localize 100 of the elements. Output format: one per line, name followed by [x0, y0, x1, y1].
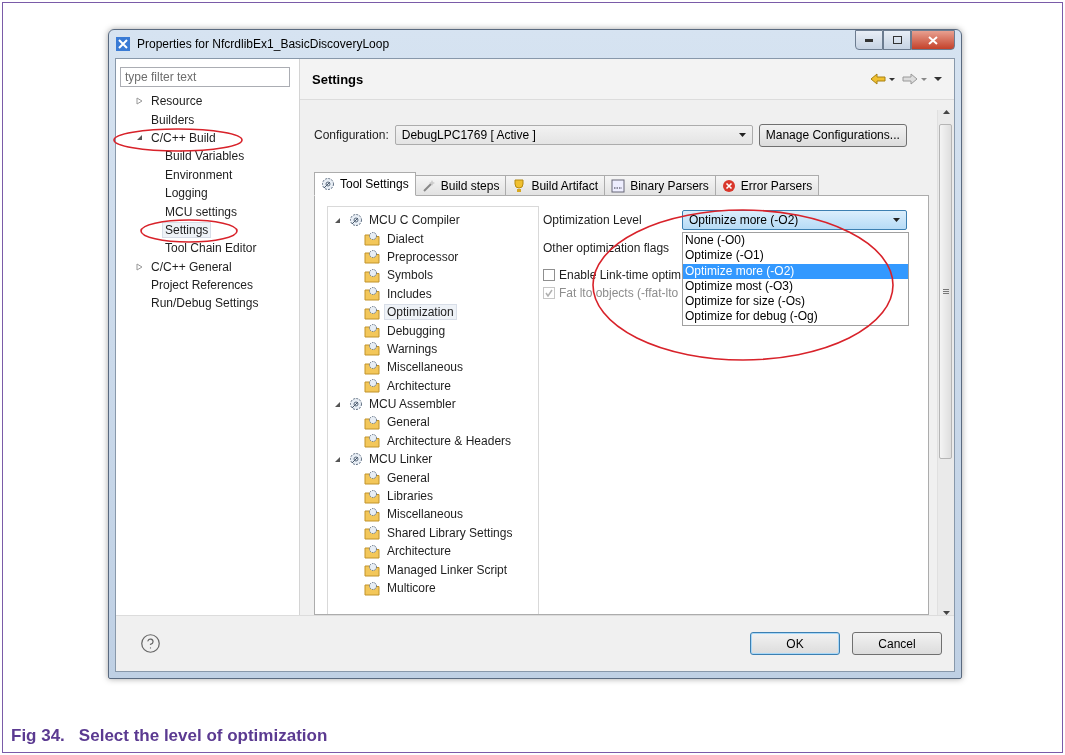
trophy-icon: [512, 178, 527, 193]
folder-gear-icon: [364, 543, 381, 559]
expanded-triangle-icon[interactable]: [333, 400, 341, 408]
filter-field[interactable]: type filter text: [120, 67, 290, 87]
folder-gear-icon: [364, 415, 381, 430]
caret-icon: [738, 133, 746, 137]
scrollbar[interactable]: [937, 110, 954, 615]
page-title: Settings: [312, 71, 364, 87]
tree-item[interactable]: MCU Assembler: [366, 396, 459, 413]
scroll-down-icon[interactable]: [942, 611, 950, 615]
tree-item[interactable]: Dialect: [384, 230, 427, 247]
tree-item[interactable]: Architecture: [384, 377, 455, 394]
folder-gear-icon: [364, 470, 381, 486]
dialog-button[interactable]: Cancel: [852, 632, 942, 655]
nav-item[interactable]: Run/Debug Settings: [148, 295, 262, 312]
minimize-icon: [865, 38, 873, 42]
folder-gear-icon: [364, 580, 381, 596]
folder-gear-icon: [364, 286, 381, 302]
optimization-level-dropdown[interactable]: Optimize more (-O2): [682, 210, 907, 230]
nav-item[interactable]: Build Variables: [162, 148, 248, 165]
menu-caret-icon[interactable]: [934, 76, 942, 82]
tree-item[interactable]: Shared Library Settings: [384, 524, 516, 541]
nav-item[interactable]: C/C++ General: [148, 258, 235, 275]
tree-item[interactable]: General: [384, 414, 433, 431]
tree-item[interactable]: Miscellaneous: [384, 506, 467, 523]
close-icon: [928, 35, 938, 45]
tab[interactable]: Build Artifact: [505, 175, 606, 196]
optimization-level-label: Optimization Level: [543, 213, 642, 227]
folder-gear-icon: [364, 323, 381, 339]
folder-gear-icon: [364, 433, 381, 449]
nav-item[interactable]: Builders: [148, 111, 198, 128]
expanded-triangle-icon[interactable]: [135, 134, 143, 142]
tree-item[interactable]: MCU C Compiler: [366, 212, 463, 229]
folder-gear-icon: [364, 341, 381, 357]
checkbox[interactable]: [543, 269, 555, 281]
folder-gear-icon: [364, 249, 381, 265]
tab[interactable]: Error Parsers: [714, 175, 820, 196]
dialog-button[interactable]: OK: [750, 632, 840, 655]
expanded-triangle-icon[interactable]: [333, 455, 341, 463]
tab[interactable]: Binary Parsers: [604, 175, 716, 196]
folder-gear-icon: [364, 506, 381, 522]
caret-icon: [893, 218, 900, 222]
configuration-label: Configuration:: [314, 128, 389, 142]
nav-item[interactable]: Resource: [148, 93, 206, 110]
nav-item[interactable]: MCU settings: [162, 203, 241, 220]
figure-caption: Select the level of optimization: [78, 726, 328, 746]
tree-item[interactable]: Managed Linker Script: [384, 561, 511, 578]
folder-gear-icon: [364, 359, 381, 375]
nav-item[interactable]: Tool Chain Editor: [162, 240, 260, 257]
manage-configurations-button[interactable]: Manage Configurations...: [758, 123, 907, 147]
nav-item[interactable]: Logging: [162, 185, 211, 202]
nav-item[interactable]: Project References: [148, 277, 257, 294]
tree-item[interactable]: Multicore: [384, 580, 439, 596]
tree-item[interactable]: Optimization: [384, 304, 457, 321]
collapsed-triangle-icon[interactable]: [135, 262, 143, 271]
tree-item[interactable]: Libraries: [384, 488, 437, 505]
tree-item[interactable]: Preprocessor: [384, 248, 462, 265]
figure-number: Fig 34.: [11, 726, 65, 746]
configuration-dropdown[interactable]: DebugLPC1769 [ Active ]: [394, 125, 753, 145]
tree-item[interactable]: Warnings: [384, 340, 441, 357]
tree-item[interactable]: Architecture: [384, 543, 455, 560]
gear-icon: [321, 177, 335, 191]
tree-item[interactable]: General: [384, 469, 433, 486]
folder-gear-icon: [364, 378, 381, 394]
maximize-button[interactable]: [883, 30, 911, 50]
folder-gear-icon: [364, 525, 381, 541]
folder-gear-icon: [364, 562, 381, 578]
scroll-up-icon[interactable]: [942, 110, 950, 114]
expanded-triangle-icon[interactable]: [333, 216, 341, 224]
tree-item[interactable]: Debugging: [384, 322, 449, 339]
tree-item[interactable]: Miscellaneous: [384, 359, 467, 376]
tab[interactable]: Tool Settings: [314, 172, 416, 196]
folder-gear-icon: [364, 304, 381, 320]
tree-item[interactable]: MCU Linker: [366, 451, 436, 468]
close-button[interactable]: [911, 30, 955, 50]
nav-item[interactable]: Environment: [162, 166, 236, 183]
nav-item[interactable]: Settings: [162, 221, 212, 238]
binary-icon: [611, 178, 626, 193]
tab[interactable]: Build steps: [414, 175, 507, 196]
grip-icon: [942, 289, 949, 294]
minimize-button[interactable]: [855, 30, 883, 50]
folder-gear-icon: [364, 267, 381, 283]
collapsed-triangle-icon[interactable]: [135, 97, 143, 106]
tool-gear-icon: [349, 213, 363, 228]
maximize-icon: [892, 36, 902, 44]
tool-gear-icon: [349, 452, 363, 467]
back-arrow-icon[interactable]: [870, 73, 896, 85]
checkbox-label: Fat lto objects (-ffat-lto: [559, 286, 679, 300]
app-icon: [115, 36, 131, 52]
tree-item[interactable]: Symbols: [384, 267, 436, 284]
tree-item[interactable]: Includes: [384, 285, 435, 302]
window-title: Properties for NfcrdlibEx1_BasicDiscoveryLoop: [137, 37, 390, 51]
wand-icon: [421, 178, 436, 193]
error-icon: [721, 178, 736, 193]
tool-gear-icon: [349, 397, 363, 412]
folder-gear-icon: [364, 488, 381, 504]
tree-item[interactable]: Architecture & Headers: [384, 432, 515, 449]
nav-item[interactable]: C/C++ Build: [148, 129, 219, 146]
folder-gear-icon: [364, 231, 381, 247]
help-icon[interactable]: [140, 633, 161, 654]
